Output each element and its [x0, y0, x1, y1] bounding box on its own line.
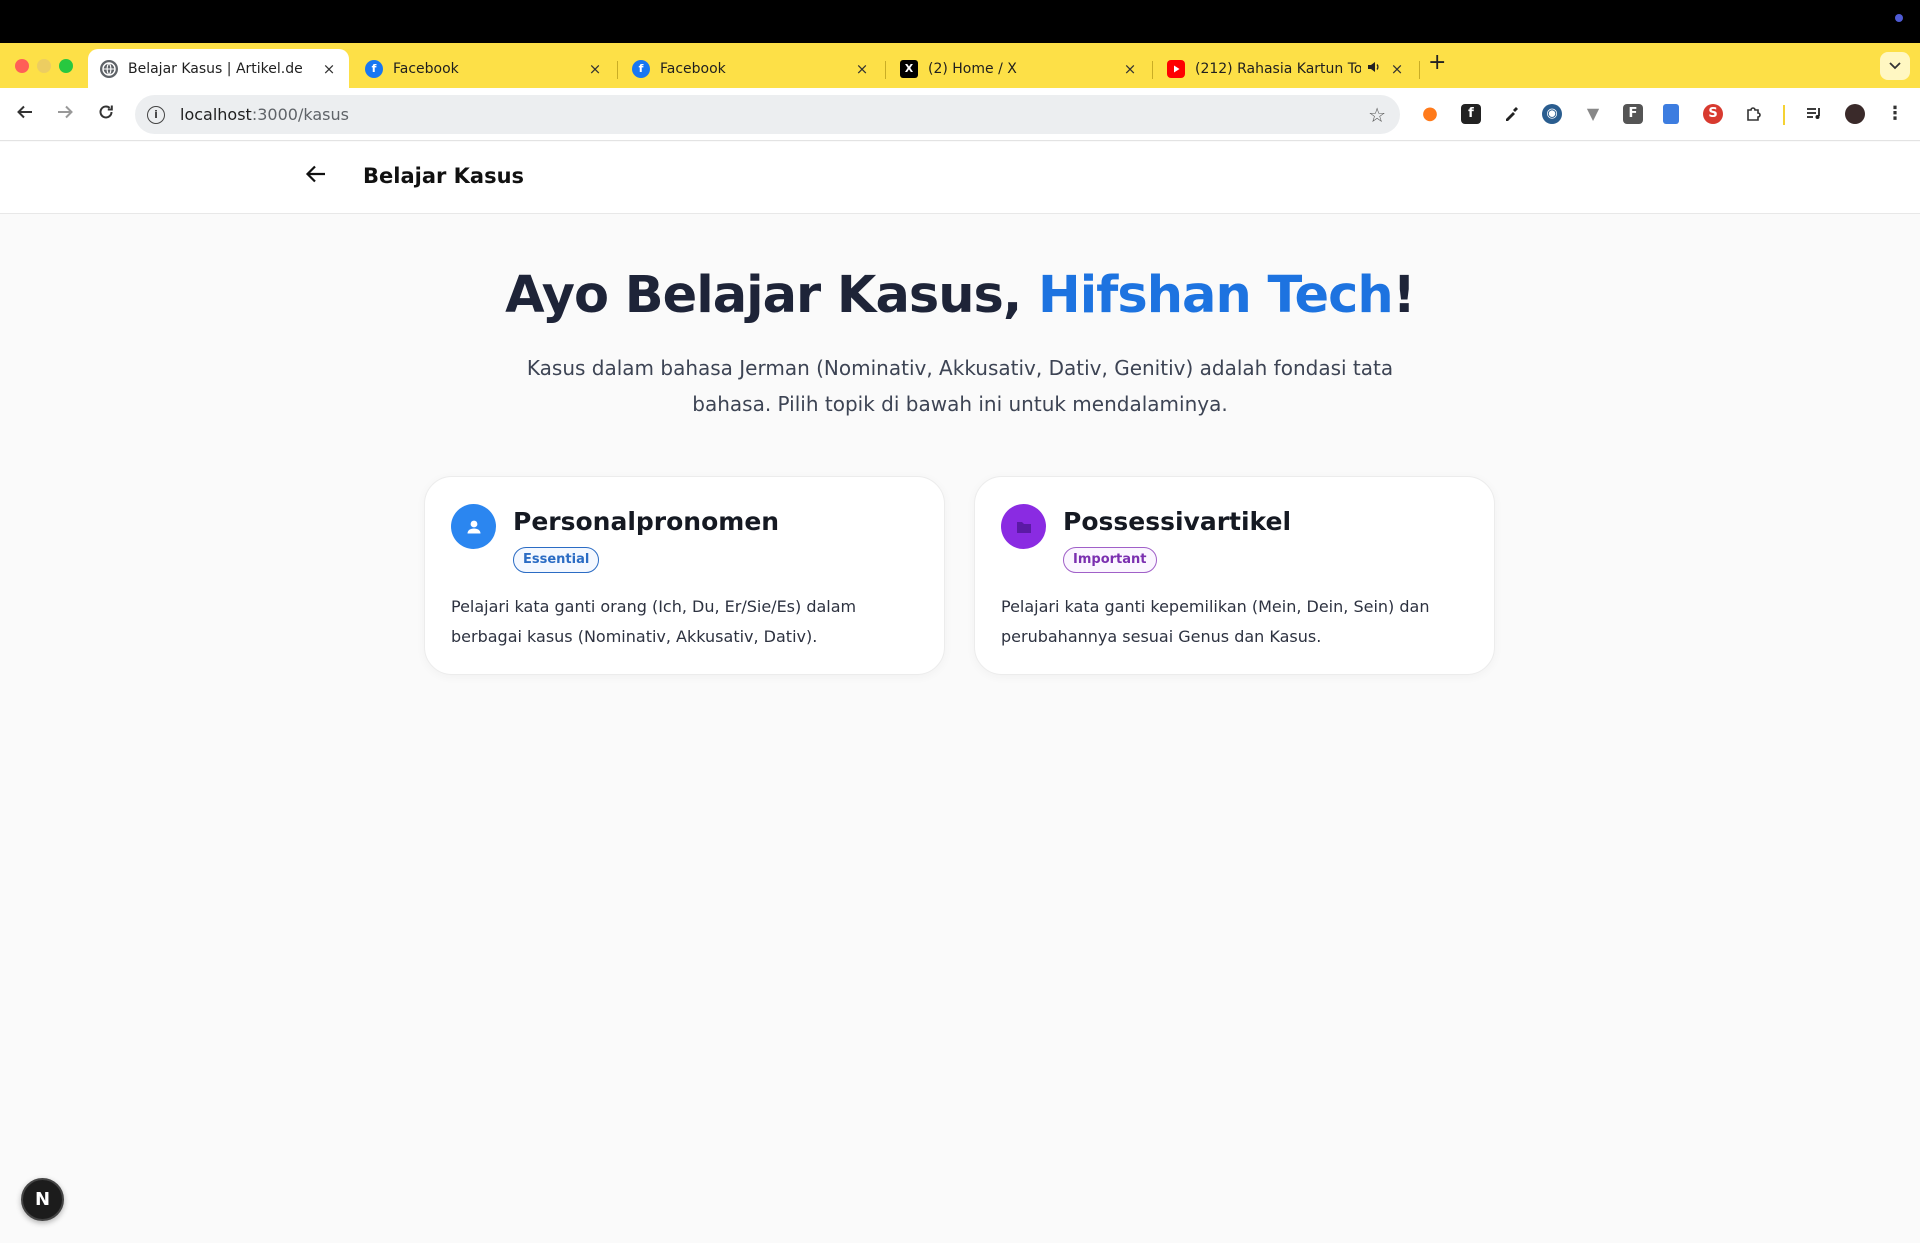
page-title: Belajar Kasus: [363, 164, 525, 188]
font-icon[interactable]: f: [1461, 104, 1481, 124]
tab-title: Belajar Kasus | Artikel.de: [128, 60, 303, 77]
tab-title: (212) Rahasia Kartun Tom: [1195, 60, 1361, 77]
folder-icon: [1001, 504, 1046, 549]
important-badge: Important: [1063, 547, 1157, 573]
hero-title-suffix: !: [1392, 266, 1416, 325]
card-personalpronomen[interactable]: Personalpronomen Essential Pelajari kata…: [424, 476, 945, 675]
card-description: Pelajari kata ganti kepemilikan (Mein, D…: [1001, 597, 1430, 646]
x-icon: X: [900, 59, 918, 78]
bookmark-star-icon[interactable]: ☆: [1368, 103, 1386, 127]
tab-close-icon[interactable]: ×: [321, 60, 337, 78]
card-title: Possessivartikel: [1063, 507, 1292, 536]
url-path: :3000/kasus: [251, 105, 349, 124]
status-dot-icon: [1895, 14, 1903, 22]
url-host: localhost: [180, 105, 252, 124]
card-possessivartikel[interactable]: Possessivartikel Important Pelajari kata…: [974, 476, 1495, 675]
maximize-window-button[interactable]: [59, 59, 73, 73]
doc-icon[interactable]: [1663, 104, 1679, 124]
tab-title: Facebook: [393, 60, 459, 77]
chevron-down-icon: [1889, 62, 1901, 70]
minimize-window-button[interactable]: [37, 59, 51, 73]
card-title: Personalpronomen: [513, 507, 780, 536]
tab-separator: [885, 61, 886, 79]
facebook-icon: f: [632, 59, 650, 78]
essential-badge: Essential: [513, 547, 600, 573]
url-text[interactable]: localhost:3000/kasus: [180, 105, 349, 124]
arrow-right-icon: [58, 105, 73, 119]
tab-title: Facebook: [660, 60, 726, 77]
tab-close-icon[interactable]: ×: [1389, 60, 1405, 78]
back-button[interactable]: [12, 101, 38, 127]
back-arrow-icon[interactable]: [305, 160, 327, 194]
screen: Belajar Kasus | Artikel.de × f Facebook …: [0, 0, 1920, 1243]
browser-toolbar: i localhost:3000/kasus ☆ ● f ◉ ▼ F S ⋮: [0, 88, 1920, 141]
hero-title-prefix: Ayo Belajar Kasus,: [505, 266, 1039, 325]
forward-button[interactable]: [52, 101, 78, 127]
menu-icon[interactable]: ⋮: [1885, 104, 1905, 124]
nextjs-dev-badge[interactable]: N: [21, 1178, 64, 1221]
speaker-icon[interactable]: [1367, 60, 1381, 78]
tab-youtube[interactable]: (212) Rahasia Kartun Tom ×: [1155, 49, 1417, 88]
hero-title: Ayo Belajar Kasus, Hifshan Tech!: [0, 266, 1920, 325]
tab-x-home[interactable]: X (2) Home / X ×: [888, 49, 1150, 88]
card-description: Pelajari kata ganti orang (Ich, Du, Er/S…: [451, 597, 857, 646]
tab-strip: Belajar Kasus | Artikel.de × f Facebook …: [0, 43, 1920, 88]
red-ext-icon[interactable]: S: [1703, 104, 1723, 124]
person-icon: [451, 504, 496, 549]
v-icon[interactable]: ▼: [1583, 104, 1603, 124]
dropper-icon[interactable]: [1502, 104, 1522, 124]
tab-separator: [1152, 61, 1153, 79]
site-info-icon[interactable]: i: [147, 105, 165, 124]
reload-icon: [99, 105, 113, 119]
globe-icon: [100, 59, 118, 78]
puzzle-icon[interactable]: [1744, 104, 1764, 124]
close-window-button[interactable]: [15, 59, 29, 73]
tab-close-icon[interactable]: ×: [587, 60, 603, 78]
page-header: Belajar Kasus: [0, 142, 1920, 214]
media-icon[interactable]: [1804, 104, 1824, 124]
hero-subtitle: Kasus dalam bahasa Jerman (Nominativ, Ak…: [526, 356, 1394, 416]
hero-title-name: Hifshan Tech: [1038, 266, 1394, 325]
os-menu-bar: [0, 0, 1920, 43]
f-icon[interactable]: F: [1623, 104, 1643, 124]
tab-facebook-2[interactable]: f Facebook ×: [620, 49, 882, 88]
youtube-icon: [1167, 59, 1185, 78]
globe-ext-icon[interactable]: ◉: [1542, 104, 1562, 124]
tab-belajar-kasus[interactable]: Belajar Kasus | Artikel.de ×: [88, 49, 349, 88]
address-bar[interactable]: i localhost:3000/kasus ☆: [135, 95, 1400, 134]
tab-title: (2) Home / X: [928, 60, 1017, 77]
flame-icon[interactable]: ●: [1420, 104, 1440, 124]
facebook-icon: f: [365, 59, 383, 78]
tab-search-button[interactable]: [1880, 52, 1910, 80]
tab-facebook-1[interactable]: f Facebook ×: [353, 49, 615, 88]
reload-button[interactable]: [93, 101, 119, 127]
tab-separator: [617, 61, 618, 79]
new-tab-button[interactable]: +: [1428, 50, 1446, 75]
tab-close-icon[interactable]: ×: [854, 60, 870, 78]
toolbar-separator: [1783, 105, 1785, 125]
tab-separator: [1419, 61, 1420, 79]
profile-avatar[interactable]: [1845, 104, 1865, 124]
arrow-left-icon: [17, 105, 32, 119]
tab-close-icon[interactable]: ×: [1122, 60, 1138, 78]
